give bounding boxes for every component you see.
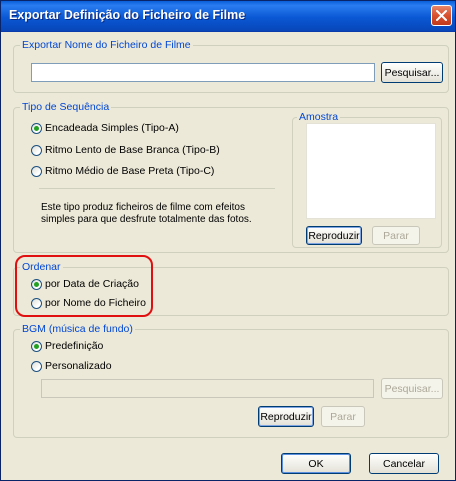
movie-filename-input[interactable] [31, 63, 375, 82]
bgm-play-button[interactable]: Reproduzir [258, 406, 314, 427]
browse-button[interactable]: Pesquisar... [381, 62, 443, 83]
bgm-default-option[interactable]: Predefinição [31, 340, 103, 352]
radio-button[interactable] [31, 165, 42, 177]
preview-area [306, 123, 436, 219]
title-bar[interactable]: Exportar Definição do Ficheiro de Filme [1, 1, 455, 32]
sequence-description: Este tipo produz ficheiros de filme com … [41, 202, 252, 226]
sequence-type-legend: Tipo de Sequência [22, 101, 110, 113]
export-movie-dialog: Exportar Definição do Ficheiro de Filme … [0, 0, 456, 481]
highlight-annotation [15, 255, 153, 317]
preview-stop-button[interactable]: Parar [372, 226, 420, 245]
preview-play-button[interactable]: Reproduzir [306, 226, 362, 245]
export-name-legend: Exportar Nome do Ficheiro de Filme [22, 39, 191, 51]
cancel-button[interactable]: Cancelar [369, 453, 439, 474]
bgm-default-label: Predefinição [45, 340, 104, 352]
radio-button[interactable] [31, 122, 42, 134]
bgm-custom-path-input[interactable] [41, 379, 374, 398]
preview-legend: Amostra [299, 111, 339, 123]
bgm-custom-option[interactable]: Personalizado [31, 360, 112, 372]
sequence-divider [39, 188, 275, 189]
sequence-description-line1: Este tipo produz ficheiros de filme com … [41, 202, 245, 213]
bgm-browse-button[interactable]: Pesquisar... [381, 378, 443, 399]
sequence-option-a[interactable]: Encadeada Simples (Tipo-A) [31, 122, 179, 134]
bgm-custom-label: Personalizado [45, 360, 112, 372]
window-title: Exportar Definição do Ficheiro de Filme [9, 8, 246, 22]
sequence-description-line2: simples para que desfrute totalmente das… [41, 214, 252, 225]
sequence-option-b[interactable]: Ritmo Lento de Base Branca (Tipo-B) [31, 144, 220, 156]
sequence-option-c-label: Ritmo Médio de Base Preta (Tipo-C) [45, 165, 215, 177]
sequence-option-a-label: Encadeada Simples (Tipo-A) [45, 122, 179, 134]
radio-button[interactable] [31, 144, 42, 156]
bgm-stop-button[interactable]: Parar [321, 406, 365, 427]
sequence-option-c[interactable]: Ritmo Médio de Base Preta (Tipo-C) [31, 165, 214, 177]
radio-button[interactable] [31, 360, 42, 372]
radio-button[interactable] [31, 340, 42, 352]
bgm-legend: BGM (música de fundo) [22, 323, 133, 335]
close-icon [436, 10, 447, 21]
sequence-option-b-label: Ritmo Lento de Base Branca (Tipo-B) [45, 144, 220, 156]
close-button[interactable] [431, 5, 452, 26]
ok-button[interactable]: OK [281, 453, 351, 474]
